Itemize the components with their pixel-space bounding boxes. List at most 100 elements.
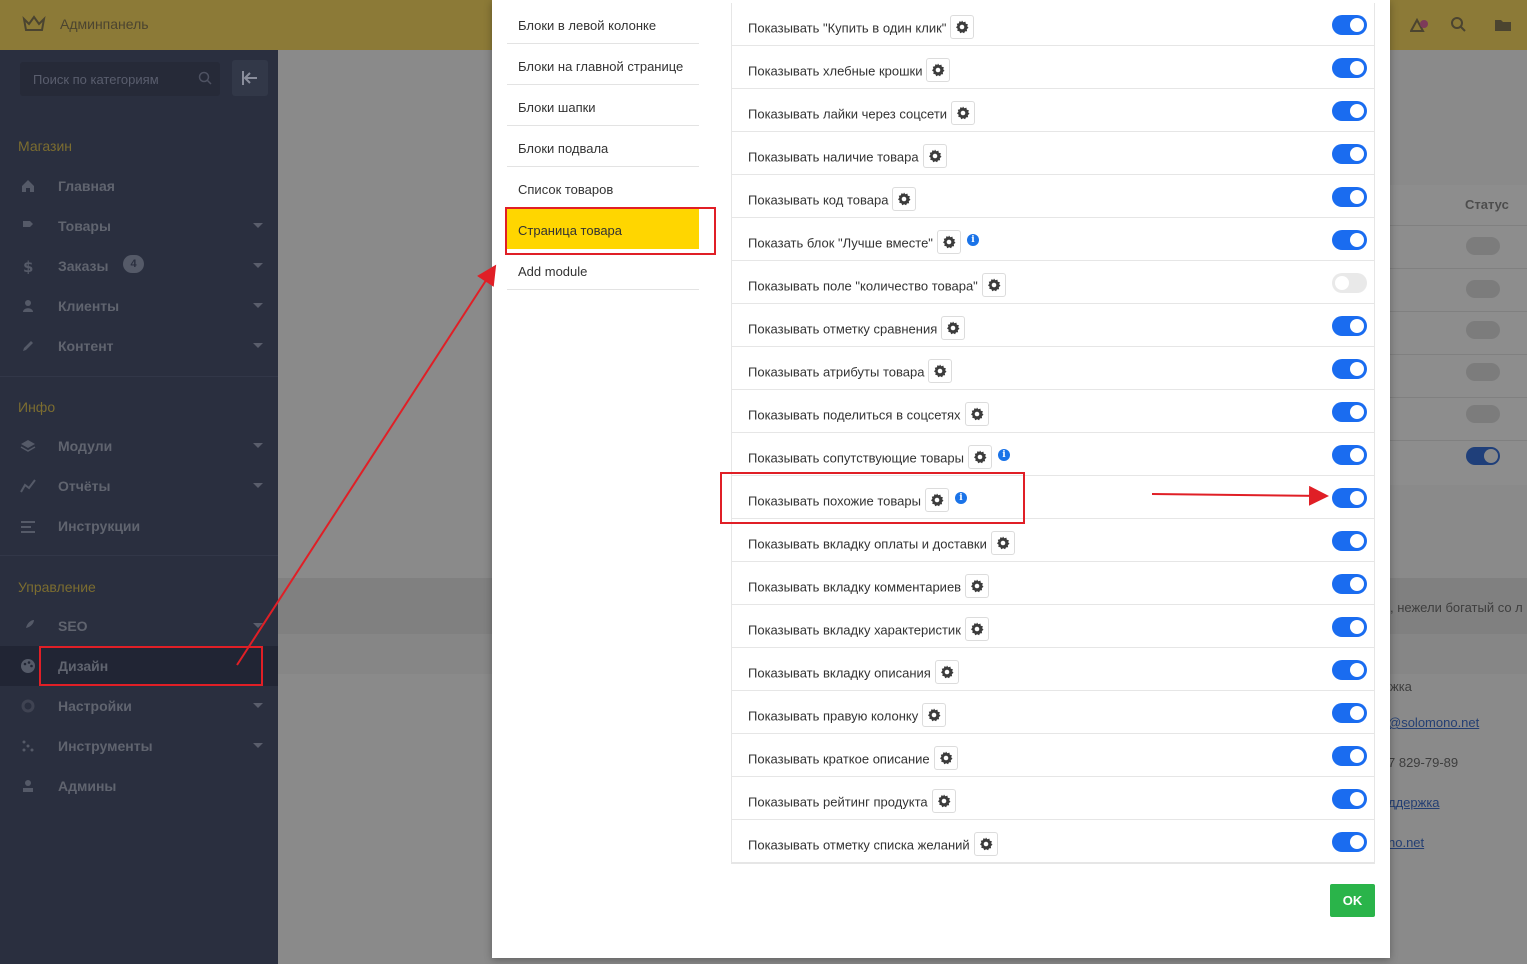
setting-label: Показывать поделиться в соцсетях — [748, 407, 961, 423]
setting-label: Показывать хлебные крошки — [748, 63, 923, 79]
status-toggle[interactable] — [1466, 321, 1500, 339]
home-icon — [22, 180, 34, 192]
chevron-down-icon — [253, 303, 263, 308]
sidebar-item-orders[interactable]: $ Заказы 4 — [0, 246, 278, 286]
background-support-link[interactable]: ддержка — [1388, 795, 1440, 810]
gear-icon[interactable] — [931, 789, 956, 813]
table-row-divider — [1390, 354, 1527, 355]
gear-icon[interactable] — [965, 574, 990, 598]
sidebar-item-seo[interactable]: SEO — [0, 606, 278, 646]
sidebar: Поиск по категориям Магазин Главная Това… — [0, 50, 278, 964]
setting-toggle[interactable] — [1332, 488, 1367, 508]
setting-toggle[interactable] — [1332, 617, 1367, 637]
nav-product-list[interactable]: Список товаров — [507, 167, 699, 208]
nav-left-column-blocks[interactable]: Блоки в левой колонке — [507, 3, 699, 44]
setting-toggle[interactable] — [1332, 101, 1367, 121]
setting-toggle[interactable] — [1332, 531, 1367, 551]
collapse-sidebar-button[interactable] — [232, 60, 268, 96]
setting-row: Показывать хлебные крошки — [732, 46, 1374, 89]
brand-title: Админпанель — [60, 16, 149, 32]
ok-button[interactable]: OK — [1330, 884, 1375, 917]
table-row-divider — [1390, 268, 1527, 269]
setting-toggle[interactable] — [1332, 832, 1367, 852]
setting-label: Показать блок "Лучше вместе" — [748, 235, 933, 251]
setting-row: Показывать рейтинг продукта — [732, 777, 1374, 820]
gear-icon[interactable] — [926, 58, 951, 82]
setting-toggle[interactable] — [1332, 144, 1367, 164]
setting-toggle[interactable] — [1332, 316, 1367, 336]
sidebar-item-home[interactable]: Главная — [0, 166, 278, 206]
setting-row: Показывать "Купить в один клик" — [732, 3, 1374, 46]
sidebar-item-products[interactable]: Товары — [0, 206, 278, 246]
gear-icon[interactable] — [933, 746, 958, 770]
gear-icon[interactable] — [990, 531, 1015, 555]
chevron-down-icon — [253, 703, 263, 708]
sidebar-item-instructions[interactable]: Инструкции — [0, 506, 278, 546]
gear-icon[interactable] — [964, 402, 989, 426]
tag-icon — [23, 221, 33, 227]
gear-icon[interactable] — [922, 144, 947, 168]
status-toggle[interactable] — [1466, 363, 1500, 381]
chevron-down-icon — [253, 443, 263, 448]
admin-icon — [23, 780, 33, 792]
section-title-shop: Магазин — [18, 138, 73, 154]
status-column-header: Статус — [1465, 197, 1509, 212]
notification-icon[interactable] — [1410, 16, 1428, 34]
sidebar-item-modules[interactable]: Модули — [0, 426, 278, 466]
sidebar-item-content[interactable]: Контент — [0, 326, 278, 366]
gear-icon[interactable] — [892, 187, 917, 211]
setting-toggle[interactable] — [1332, 402, 1367, 422]
setting-toggle[interactable] — [1332, 703, 1367, 723]
nav-header-blocks[interactable]: Блоки шапки — [507, 85, 699, 126]
setting-label: Показывать вкладку оплаты и доставки — [748, 536, 987, 552]
background-email-link[interactable]: @solomono.net — [1388, 715, 1479, 730]
info-icon[interactable]: i — [966, 234, 979, 246]
gear-icon[interactable] — [973, 832, 998, 856]
nav-footer-blocks[interactable]: Блоки подвала — [507, 126, 699, 167]
setting-toggle[interactable] — [1332, 187, 1367, 207]
gear-icon[interactable] — [950, 15, 975, 39]
info-icon[interactable]: i — [997, 449, 1010, 461]
setting-toggle[interactable] — [1332, 445, 1367, 465]
status-toggle[interactable] — [1466, 447, 1500, 465]
sidebar-item-settings[interactable]: Настройки — [0, 686, 278, 726]
gear-icon — [21, 699, 35, 713]
nav-homepage-blocks[interactable]: Блоки на главной странице — [507, 44, 699, 85]
setting-toggle[interactable] — [1332, 15, 1367, 35]
setting-toggle[interactable] — [1332, 746, 1367, 766]
folder-icon[interactable] — [1494, 16, 1512, 34]
setting-row: Показывать вкладку характеристик — [732, 605, 1374, 648]
background-site-link[interactable]: no.net — [1388, 835, 1424, 850]
gear-icon[interactable] — [934, 660, 959, 684]
setting-row: Показывать наличие товара — [732, 132, 1374, 175]
setting-toggle[interactable] — [1332, 58, 1367, 78]
annotation-highlight-box — [505, 207, 716, 255]
status-toggle[interactable] — [1466, 280, 1500, 298]
nav-add-module[interactable]: Add module — [507, 249, 699, 290]
status-toggle[interactable] — [1466, 237, 1500, 255]
gear-icon[interactable] — [936, 230, 961, 254]
setting-toggle[interactable] — [1332, 660, 1367, 680]
status-toggle[interactable] — [1466, 405, 1500, 423]
setting-toggle[interactable] — [1332, 273, 1367, 293]
setting-toggle[interactable] — [1332, 574, 1367, 594]
gear-icon[interactable] — [928, 359, 953, 383]
setting-row: Показывать код товара — [732, 175, 1374, 218]
orders-count-badge: 4 — [123, 255, 144, 273]
setting-row: Показывать вкладку описания — [732, 648, 1374, 691]
search-icon[interactable] — [1450, 16, 1468, 34]
gear-icon[interactable] — [941, 316, 966, 340]
setting-toggle[interactable] — [1332, 359, 1367, 379]
gear-icon[interactable] — [981, 273, 1006, 297]
sidebar-item-tools[interactable]: Инструменты — [0, 726, 278, 766]
setting-toggle[interactable] — [1332, 230, 1367, 250]
setting-toggle[interactable] — [1332, 789, 1367, 809]
gear-icon[interactable] — [951, 101, 976, 125]
gear-icon[interactable] — [967, 445, 992, 469]
sidebar-item-reports[interactable]: Отчёты — [0, 466, 278, 506]
sidebar-item-admins[interactable]: Админы — [0, 766, 278, 806]
sidebar-item-clients[interactable]: Клиенты — [0, 286, 278, 326]
gear-icon[interactable] — [964, 617, 989, 641]
gear-icon[interactable] — [922, 703, 947, 727]
category-search-input[interactable]: Поиск по категориям — [20, 62, 220, 96]
